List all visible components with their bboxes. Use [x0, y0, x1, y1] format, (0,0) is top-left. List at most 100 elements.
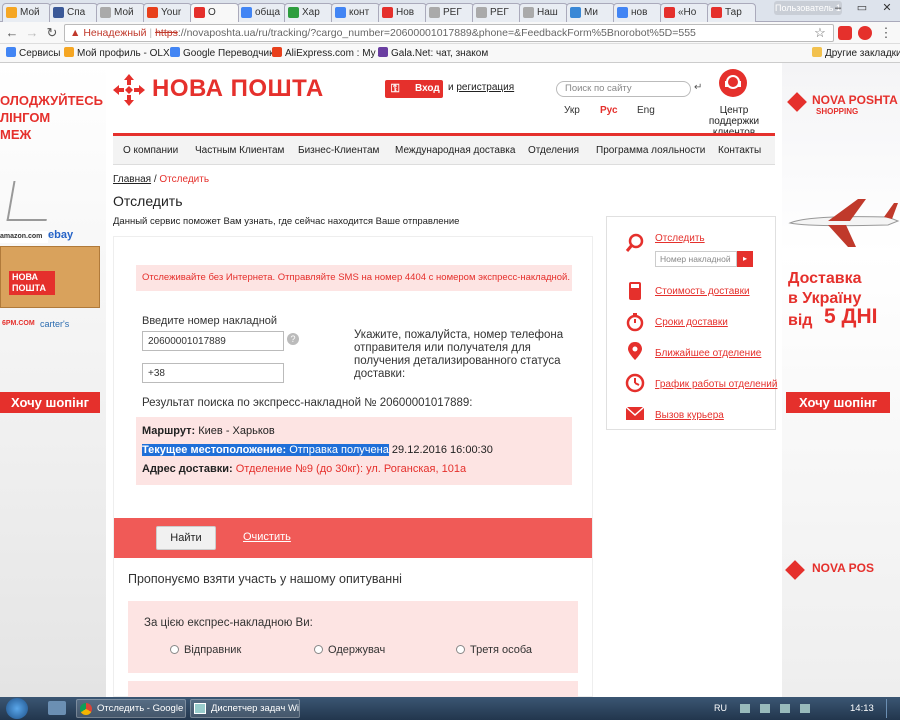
radio-third-party[interactable]: Третя особа: [456, 644, 532, 656]
browser-tab[interactable]: Нов: [378, 3, 427, 22]
clear-link[interactable]: Очистить: [243, 531, 291, 543]
bookmark-aliexpress[interactable]: AliExpress.com : My A: [272, 47, 384, 60]
star-icon[interactable]: ☆: [812, 25, 828, 41]
site-logo[interactable]: НОВА ПОШТА: [112, 73, 352, 107]
lang-eng[interactable]: Eng: [637, 105, 655, 116]
browser-tab-strip: Мой Спа Мой Your Ообща Хар конт Нов РЕГ РЕГ Наш Ми н…: [0, 0, 900, 22]
tray-icon[interactable]: [760, 704, 770, 713]
find-button[interactable]: Найти: [156, 526, 216, 550]
close-icon[interactable]: ✕: [874, 0, 900, 17]
breadcrumb-current: Отследить: [159, 174, 210, 185]
radio-sender[interactable]: Відправник: [170, 644, 241, 656]
browser-tab[interactable]: Спа: [49, 3, 98, 22]
tab-favicon-icon: [664, 7, 675, 18]
sidebar-courier[interactable]: Вызов курьера: [655, 410, 724, 421]
forward-icon[interactable]: →: [24, 25, 40, 41]
sidebar-cost[interactable]: Стоимость доставки: [655, 286, 750, 297]
bookmark-gala[interactable]: Gala.Net: чат, знаком: [378, 47, 488, 60]
reload-icon[interactable]: ↻: [44, 25, 60, 41]
extension-icon[interactable]: [858, 26, 872, 40]
folder-icon: [812, 47, 822, 57]
nav-private[interactable]: Частным Клиентам: [195, 145, 284, 156]
phone-hint: Укажите, пожалуйста, номер телефона отпр…: [354, 329, 564, 380]
ad-right-logo-bottom: NOVA POS: [812, 561, 875, 575]
browser-tab[interactable]: РЕГ: [472, 3, 521, 22]
browser-tab[interactable]: Мой: [96, 3, 145, 22]
sidebar-nearest[interactable]: Ближайшее отделение: [655, 348, 761, 359]
tab-label: конт: [349, 7, 370, 18]
support-icon[interactable]: [719, 69, 747, 97]
tab-favicon-icon: [6, 7, 17, 18]
lang-rus[interactable]: Рус: [600, 105, 618, 116]
show-desktop-strip[interactable]: [886, 699, 898, 718]
address-row: Адрес доставки: Отделение №9 (до 30кг): …: [142, 463, 466, 475]
left-ad-button[interactable]: Хочу шопінг: [0, 392, 100, 413]
browser-tab[interactable]: нов: [613, 3, 662, 22]
nav-branches[interactable]: Отделения: [528, 145, 579, 156]
network-icon[interactable]: [780, 704, 790, 713]
nav-about[interactable]: О компании: [123, 145, 178, 156]
parcel-box: НОВА ПОШТА: [0, 246, 100, 308]
search-submit-icon[interactable]: ↵: [694, 82, 702, 93]
sidebar-track[interactable]: Отследить: [655, 233, 705, 244]
left-ad-banner[interactable]: ОЛОДЖУЙТЕСЬ ЛІНГОМ МЕЖ amazon.com ebay Н…: [0, 63, 106, 697]
minimize-icon[interactable]: –: [826, 0, 850, 17]
nav-business[interactable]: Бизнес-Клиентам: [298, 145, 379, 156]
bookmark-olx[interactable]: Мой профиль - OLX...: [64, 47, 178, 60]
menu-icon[interactable]: ⋮: [878, 25, 894, 41]
breadcrumb-home[interactable]: Главная: [113, 174, 151, 185]
browser-tab[interactable]: обща: [237, 3, 286, 22]
tab-favicon-icon: [617, 7, 628, 18]
browser-tab[interactable]: «Но: [660, 3, 709, 22]
register-link[interactable]: регистрация: [456, 82, 514, 93]
stopwatch-icon: [626, 313, 644, 332]
nav-contacts[interactable]: Контакты: [718, 145, 761, 156]
lang-indicator[interactable]: RU: [714, 703, 727, 713]
site-search-input[interactable]: Поиск по сайту: [556, 81, 691, 97]
bookmark-apps[interactable]: Сервисы: [6, 47, 60, 60]
phone-input[interactable]: [142, 363, 284, 383]
start-button-icon[interactable]: [6, 698, 28, 719]
bookmark-translate[interactable]: Google Переводчик: [170, 47, 273, 60]
right-ad-button[interactable]: Хочу шопінг: [786, 392, 890, 413]
browser-tab[interactable]: Тар: [707, 3, 756, 22]
browser-tab[interactable]: Мой: [2, 3, 51, 22]
sidebar-terms[interactable]: Сроки доставки: [655, 317, 728, 328]
translate-icon: [170, 47, 180, 57]
volume-icon[interactable]: [800, 704, 810, 713]
help-icon[interactable]: ?: [287, 333, 299, 345]
other-bookmarks[interactable]: Другие закладки: [812, 47, 900, 60]
login-button[interactable]: ⚿ Вход: [385, 80, 443, 98]
lang-ukr[interactable]: Укр: [564, 105, 580, 116]
browser-tab[interactable]: Хар: [284, 3, 333, 22]
browser-tab[interactable]: О: [190, 3, 239, 22]
tracking-number-input[interactable]: [142, 331, 284, 351]
browser-tab[interactable]: Наш: [519, 3, 568, 22]
browser-tab[interactable]: Ми: [566, 3, 615, 22]
right-ad-banner[interactable]: NOVA POSHTA SHOPPING Доставка в Україну …: [782, 63, 900, 697]
airplane-icon: [788, 199, 900, 247]
sidebar-schedule[interactable]: График работы отделений: [655, 379, 777, 390]
maximize-icon[interactable]: ▭: [850, 0, 874, 17]
extension-icon[interactable]: [838, 26, 852, 40]
result-title: Результат поиска по экспресс-накладной №…: [142, 397, 473, 409]
breadcrumb: Главная / Отследить: [113, 174, 209, 185]
task-manager[interactable]: Диспетчер задач Wi...: [190, 699, 300, 718]
url-bar[interactable]: ▲ Ненадежный | https://novaposhta.ua/ru/…: [64, 24, 834, 42]
clock[interactable]: 14:13: [850, 703, 874, 714]
sidebar-go-button[interactable]: ▸: [737, 251, 753, 267]
address-link[interactable]: Отделение №9 (до 30кг): ул. Роганская, 1…: [236, 463, 466, 475]
task-chrome[interactable]: Отследить - Google ...: [76, 699, 186, 718]
show-desktop-icon[interactable]: [48, 701, 66, 715]
tab-favicon-icon: [288, 7, 299, 18]
sidebar-track-input[interactable]: Номер накладной: [655, 251, 737, 267]
nav-loyalty[interactable]: Программа лояльности: [596, 145, 705, 156]
ad-right-text-1: Доставка: [788, 270, 862, 287]
radio-receiver[interactable]: Одержувач: [314, 644, 385, 656]
browser-tab[interactable]: конт: [331, 3, 380, 22]
back-icon[interactable]: ←: [4, 25, 20, 41]
browser-tab[interactable]: Your: [143, 3, 192, 22]
browser-tab[interactable]: РЕГ: [425, 3, 474, 22]
nav-international[interactable]: Международная доставка: [395, 145, 515, 156]
tray-icon[interactable]: [740, 704, 750, 713]
